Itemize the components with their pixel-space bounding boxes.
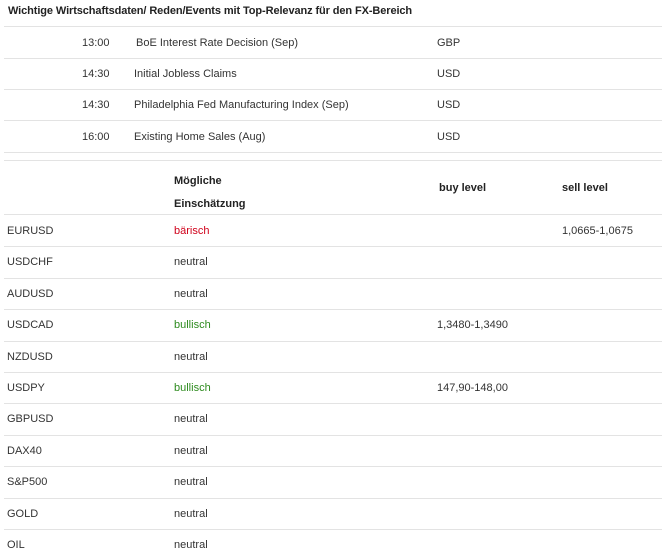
asset-estimate: neutral	[174, 413, 208, 425]
table-row: OIL neutral	[4, 529, 662, 560]
asset-estimate: neutral	[174, 351, 208, 363]
asset-buy-level: 1,3480-1,3490	[437, 319, 508, 331]
asset-estimate: neutral	[174, 539, 208, 551]
asset-symbol: GBPUSD	[7, 413, 54, 425]
event-row: 14:30 Initial Jobless Claims USD	[4, 58, 662, 89]
event-currency: GBP	[437, 37, 461, 49]
event-name: Initial Jobless Claims	[134, 68, 237, 80]
asset-estimate: bullisch	[174, 319, 211, 331]
event-time: 14:30	[82, 99, 110, 111]
event-currency: USD	[437, 131, 461, 143]
table-row: S&P500 neutral	[4, 466, 662, 497]
asset-symbol: DAX40	[7, 445, 42, 457]
asset-symbol: OIL	[7, 539, 25, 551]
table-row: USDCAD bullisch 1,3480-1,3490	[4, 309, 662, 340]
asset-sell-level: 1,0665-1,0675	[562, 225, 633, 237]
table-row: DAX40 neutral	[4, 435, 662, 466]
asset-buy-level: 147,90-148,00	[437, 382, 508, 394]
asset-estimate: neutral	[174, 256, 208, 268]
divider	[4, 152, 662, 153]
event-time: 14:30	[82, 68, 110, 80]
column-header-estimate-line1: Mögliche	[174, 175, 222, 187]
asset-symbol: NZDUSD	[7, 351, 53, 363]
asset-estimate: bärisch	[174, 225, 210, 237]
asset-symbol: USDCAD	[7, 319, 54, 331]
page-title: Wichtige Wirtschaftsdaten/ Reden/Events …	[8, 5, 413, 17]
table-row: GBPUSD neutral	[4, 403, 662, 434]
asset-symbol: GOLD	[7, 508, 39, 520]
column-header-estimate-line2: Einschätzung	[174, 198, 246, 210]
event-name: BoE Interest Rate Decision (Sep)	[136, 37, 299, 49]
event-time: 16:00	[82, 131, 110, 143]
event-name: Existing Home Sales (Aug)	[134, 131, 266, 143]
event-row: 16:00 Existing Home Sales (Aug) USD	[4, 121, 662, 152]
column-header-estimate: Mögliche Einschätzung	[174, 170, 246, 216]
asset-symbol: USDCHF	[7, 256, 53, 268]
asset-estimate: neutral	[174, 508, 208, 520]
event-currency: USD	[437, 99, 461, 111]
event-currency: USD	[437, 68, 461, 80]
asset-estimate: bullisch	[174, 382, 211, 394]
table-row: USDCHF neutral	[4, 246, 662, 277]
asset-symbol: S&P500	[7, 476, 48, 488]
table-row: NZDUSD neutral	[4, 341, 662, 372]
column-header-sell-level: sell level	[562, 182, 608, 194]
table-row: USDPY bullisch 147,90-148,00	[4, 372, 662, 403]
asset-symbol: AUDUSD	[7, 288, 54, 300]
asset-estimate: neutral	[174, 445, 208, 457]
asset-estimate: neutral	[174, 476, 208, 488]
event-name: Philadelphia Fed Manufacturing Index (Se…	[134, 99, 349, 111]
event-row: 14:30 Philadelphia Fed Manufacturing Ind…	[4, 89, 662, 120]
divider	[4, 160, 662, 161]
asset-estimate: neutral	[174, 288, 208, 300]
asset-symbol: USDPY	[7, 382, 45, 394]
table-row: GOLD neutral	[4, 498, 662, 529]
page: Wichtige Wirtschaftsdaten/ Reden/Events …	[0, 0, 672, 557]
table-row: AUDUSD neutral	[4, 278, 662, 309]
event-row: 13:00 BoE Interest Rate Decision (Sep) G…	[4, 27, 662, 58]
event-time: 13:00	[82, 37, 110, 49]
asset-symbol: EURUSD	[7, 225, 54, 237]
table-row: EURUSD bärisch 1,0665-1,0675	[4, 215, 662, 246]
column-header-buy-level: buy level	[439, 182, 487, 194]
